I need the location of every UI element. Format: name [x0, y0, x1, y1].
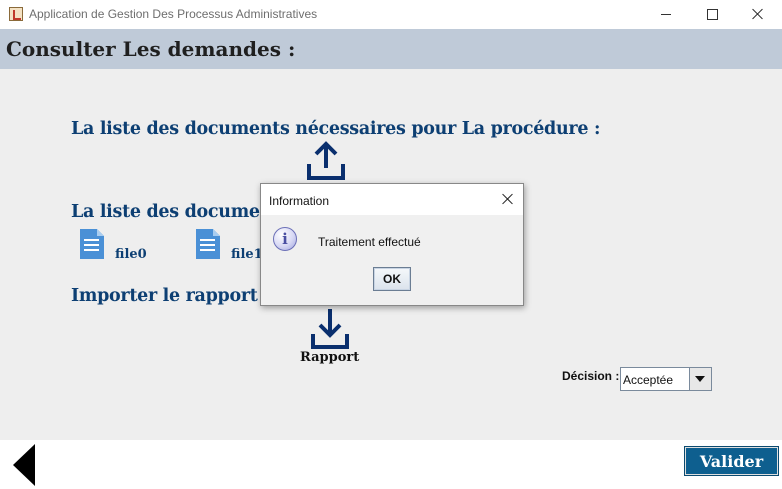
decision-select[interactable]: Acceptée	[620, 367, 712, 391]
file-label[interactable]: file0	[115, 247, 147, 262]
import-report-heading: Importer le rapport	[71, 286, 258, 306]
window-title: Application de Gestion Des Processus Adm…	[29, 7, 318, 21]
decision-label: Décision :	[562, 369, 620, 383]
close-icon	[502, 193, 514, 205]
dialog-titlebar: Information	[261, 184, 523, 215]
upload-icon[interactable]	[305, 140, 347, 182]
info-icon: i	[273, 227, 297, 251]
page-header: Consulter Les demandes :	[0, 29, 782, 69]
page-title: Consulter Les demandes :	[6, 37, 296, 61]
dialog-title: Information	[269, 194, 330, 208]
close-window-button[interactable]	[735, 0, 781, 29]
rapport-label: Rapport	[300, 350, 360, 365]
close-icon	[752, 8, 764, 20]
dialog-close-button[interactable]	[493, 184, 523, 215]
decision-value: Acceptée	[623, 373, 674, 387]
ok-button[interactable]: OK	[373, 267, 411, 291]
window-titlebar: Application de Gestion Des Processus Adm…	[0, 0, 782, 29]
document-icon[interactable]	[80, 229, 104, 259]
download-icon[interactable]	[310, 307, 350, 351]
maximize-button[interactable]	[689, 0, 735, 29]
footer-bar	[0, 440, 782, 489]
submit-button[interactable]: Valider	[684, 446, 779, 476]
dialog-message: Traitement effectué	[318, 235, 421, 249]
docs-list-heading: La liste des documents	[71, 202, 290, 222]
minimize-button[interactable]	[643, 0, 689, 29]
file-label[interactable]: file1	[231, 247, 263, 262]
back-arrow-icon[interactable]	[13, 444, 35, 486]
document-icon[interactable]	[196, 229, 220, 259]
required-docs-heading: La liste des documents nécessaires pour …	[71, 119, 601, 139]
chevron-down-icon[interactable]	[689, 368, 711, 390]
app-icon	[9, 7, 23, 21]
information-dialog: Information i Traitement effectué OK	[260, 183, 524, 306]
